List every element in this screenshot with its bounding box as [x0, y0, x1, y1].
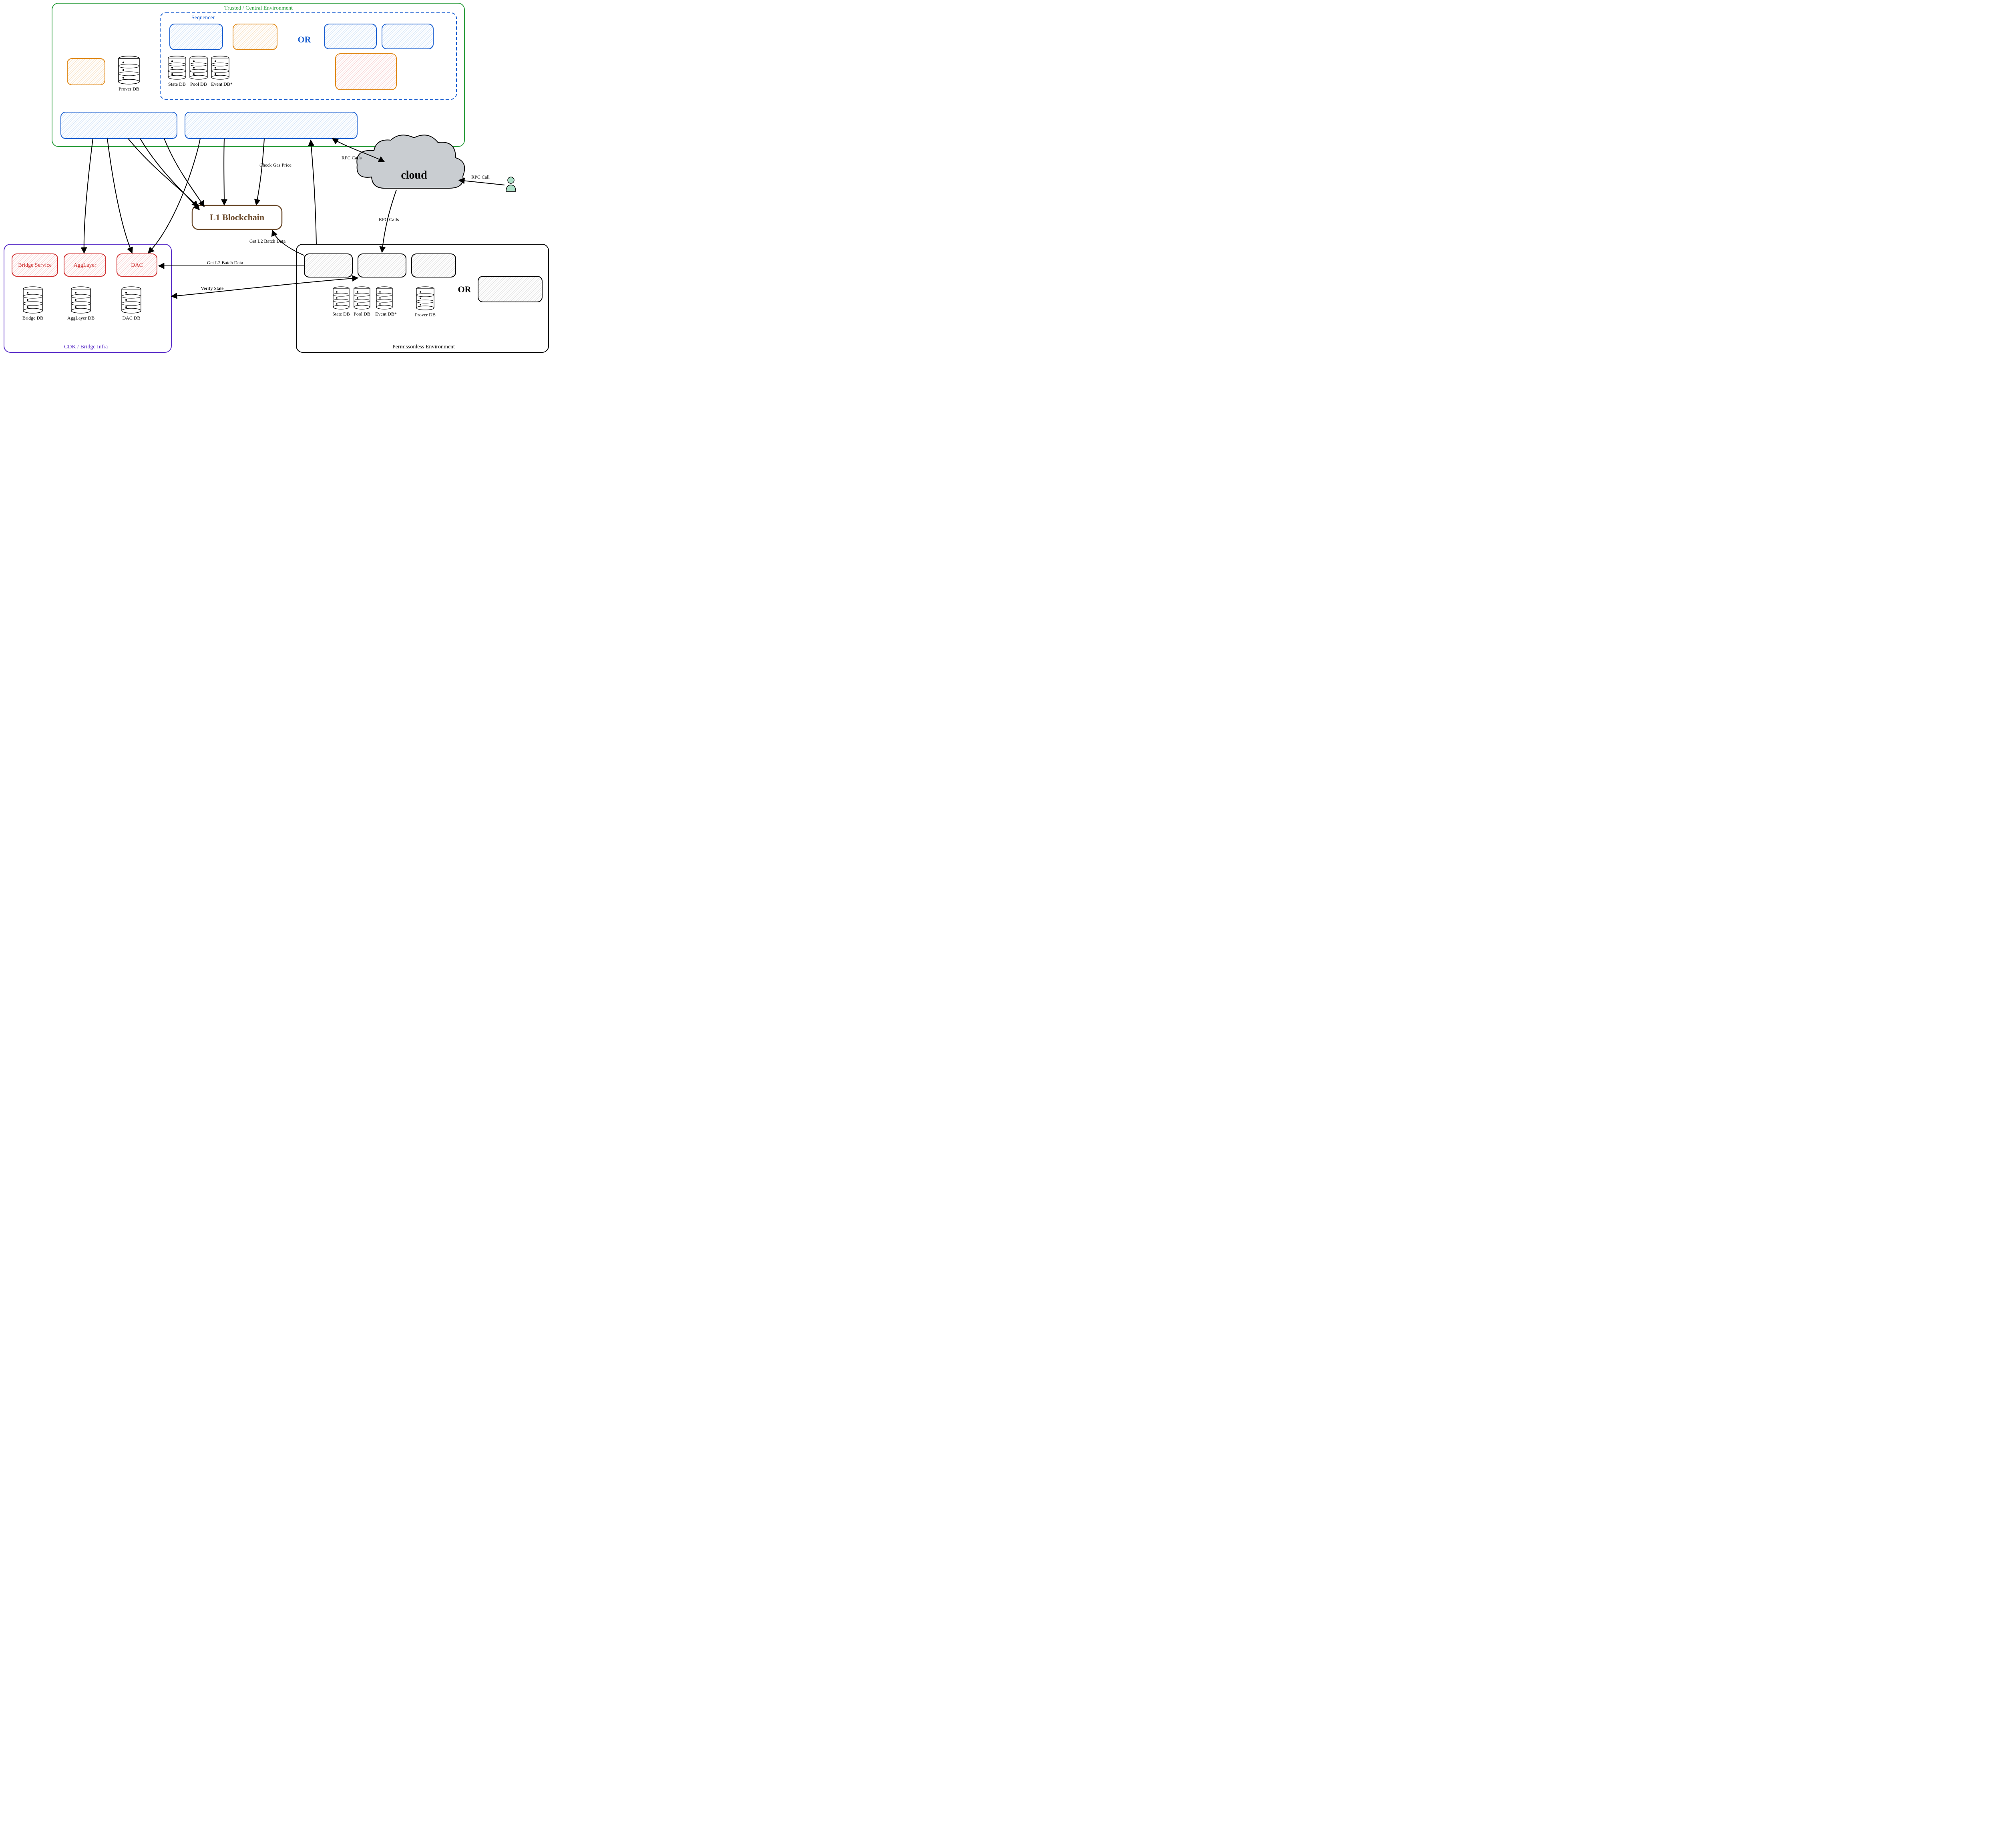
db-state	[168, 56, 186, 79]
db-pl-prover-label: Prover DB	[415, 312, 436, 318]
node-pl-cdk-erigon	[478, 276, 542, 302]
db-prover	[119, 56, 139, 84]
zone-sequencer-label: Sequencer	[191, 15, 215, 21]
db-state-label: State DB	[168, 81, 186, 87]
node-zkevm-prover	[67, 58, 105, 85]
db-pool	[190, 56, 207, 79]
user-icon	[506, 177, 516, 191]
sequencer-or: OR	[298, 34, 312, 44]
db-prover-label: Prover DB	[119, 86, 139, 92]
edge-get-l2-batch-dac-label: Get L2 Batch Data	[207, 260, 243, 265]
edge-submit-batch-cdk	[84, 139, 93, 253]
node-pl-zkevm-exec	[412, 254, 456, 277]
node-zkevm-pool-manager	[382, 24, 433, 49]
edge-check-gas-label: Check Gas Price	[259, 162, 291, 168]
db-pl-prover	[416, 287, 434, 310]
db-agglayer	[71, 287, 90, 313]
db-pl-event	[376, 287, 392, 309]
db-pl-event-label: Event DB*	[375, 311, 397, 317]
db-agglayer-label: AggLayer DB	[67, 315, 94, 321]
node-pl-zkevm-sync	[304, 254, 352, 277]
node-cdk-erigon-sync	[185, 112, 357, 139]
pl-or: OR	[458, 284, 472, 294]
db-event-label: Event DB*	[211, 81, 233, 87]
node-cloud-label: cloud	[401, 169, 427, 181]
zone-bridge-label: CDK / Bridge Infra	[64, 344, 108, 350]
node-dac-label: DAC	[131, 262, 143, 268]
db-pl-pool-label: Pool DB	[354, 311, 370, 317]
node-agglayer-label: AggLayer	[74, 262, 96, 268]
node-l1-label: L1 Blockchain	[210, 212, 264, 222]
node-zkevm-node-sequencer	[170, 24, 223, 50]
edge-rpc-call-user-label: RPC Call	[471, 174, 490, 180]
edge-rpc-call-user	[459, 180, 505, 185]
db-pl-state-label: State DB	[332, 311, 350, 317]
edge-check-gas	[256, 139, 264, 205]
zone-trusted-label: Trusted / Central Environment	[224, 5, 293, 11]
node-zkevm-stateless-executor	[336, 54, 396, 90]
node-pl-zkevm-rpc	[358, 254, 406, 277]
db-pl-state	[333, 287, 349, 309]
edge-resolve-batches-validium	[148, 139, 200, 253]
node-cdk-erigon-sequencer	[324, 24, 376, 49]
edge-get-l2-batch-pl-l1-label: Get L2 Batch Data	[249, 238, 286, 244]
zone-permissionless-label: Permissonless Environment	[392, 344, 455, 350]
edge-verify-state	[171, 278, 358, 296]
edge-get-l2-batch-relay	[311, 140, 316, 244]
db-pl-pool	[354, 287, 370, 309]
db-event	[211, 56, 229, 79]
edge-rpc-calls-cloud-label: RPC Calls	[379, 217, 399, 222]
db-bridge	[23, 287, 42, 313]
db-dac	[122, 287, 141, 313]
node-cdk-node-agg	[61, 112, 177, 139]
db-pool-label: Pool DB	[190, 81, 207, 87]
node-zkevm-executor	[233, 24, 277, 50]
edge-rpc-calls-top-label: RPC Calls	[342, 155, 362, 161]
node-bridge-service-label: Bridge Service	[18, 262, 52, 268]
db-bridge-label: Bridge DB	[22, 315, 43, 321]
db-dac-label: DAC DB	[122, 315, 140, 321]
edge-post-seq-validium	[107, 139, 132, 253]
edge-verify-state-label: Verify State	[201, 286, 224, 291]
